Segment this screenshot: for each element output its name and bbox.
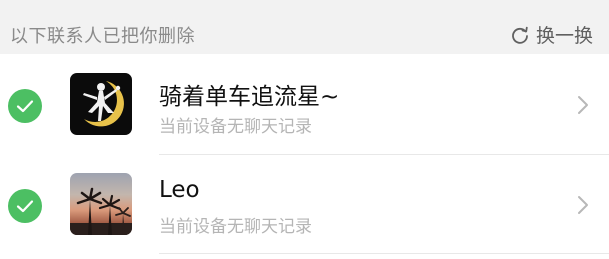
header-title: 以下联系人已把你删除 xyxy=(10,26,195,47)
divider xyxy=(159,253,609,254)
divider xyxy=(159,154,609,155)
palm-trees-sunset-avatar xyxy=(70,173,132,235)
checkmark-icon xyxy=(16,100,34,113)
checkbox-checked[interactable] xyxy=(8,189,42,223)
checkbox-checked[interactable] xyxy=(8,89,42,123)
chevron-right-icon[interactable] xyxy=(577,195,589,219)
contact-row[interactable]: 骑着单车追流星~ 当前设备无聊天记录 xyxy=(0,57,609,152)
chevron-right-icon[interactable] xyxy=(577,95,589,119)
refresh-label: 换一换 xyxy=(535,25,593,47)
contact-name: 骑着单车追流星~ xyxy=(159,84,340,110)
checkmark-icon xyxy=(16,200,34,213)
deleted-contacts-header: 以下联系人已把你删除 换一换 xyxy=(0,0,609,54)
contact-name: Leo xyxy=(159,177,200,203)
refresh-icon xyxy=(510,25,530,45)
contact-row[interactable]: Leo 当前设备无聊天记录 xyxy=(0,157,609,252)
contact-status: 当前设备无聊天记录 xyxy=(159,117,312,137)
refresh-button[interactable]: 换一换 xyxy=(510,21,593,48)
contact-status: 当前设备无聊天记录 xyxy=(159,217,312,237)
sailor-moon-silhouette-avatar xyxy=(70,73,132,135)
